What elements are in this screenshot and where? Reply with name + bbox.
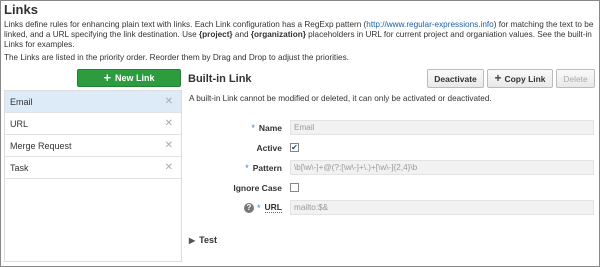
- triangle-right-icon: ▶: [189, 235, 196, 245]
- page-description: Links define rules for enhancing plain t…: [4, 20, 596, 50]
- url-field[interactable]: mailto:$&: [290, 200, 594, 215]
- test-label: Test: [199, 235, 217, 245]
- ignore-case-label: Ignore Case: [233, 182, 282, 193]
- test-section-toggle[interactable]: ▶ Test: [189, 235, 217, 245]
- name-row: * Name Email: [188, 120, 596, 135]
- list-item-label: Merge Request: [10, 140, 72, 151]
- organization-placeholder: {organization}: [250, 30, 306, 39]
- active-checkbox[interactable]: ✔: [290, 143, 299, 152]
- list-item-email[interactable]: Email ✕: [5, 91, 181, 113]
- deactivate-button[interactable]: Deactivate: [427, 69, 484, 88]
- close-icon[interactable]: ✕: [165, 162, 173, 173]
- copy-link-label: Copy Link: [504, 73, 546, 84]
- detail-title: Built-in Link: [188, 73, 252, 85]
- required-marker: *: [251, 122, 255, 133]
- url-label: URL: [264, 202, 282, 213]
- pattern-row: * Pattern \b[\w\-]+@(?:[\w\-]+\.)+[\w\-]…: [188, 160, 596, 175]
- name-field[interactable]: Email: [290, 120, 594, 135]
- list-item-task[interactable]: Task ✕: [5, 157, 181, 179]
- ignore-case-row: Ignore Case: [188, 180, 596, 195]
- list-item-label: Email: [10, 96, 33, 107]
- close-icon[interactable]: ✕: [165, 118, 173, 129]
- checkmark-icon: ✔: [291, 142, 298, 152]
- delete-button[interactable]: Delete: [556, 69, 595, 88]
- links-list: Email ✕ URL ✕ Merge Request ✕ Task ✕: [4, 90, 182, 262]
- list-item-label: Task: [10, 162, 29, 173]
- required-marker: *: [245, 162, 249, 173]
- name-label: Name: [258, 122, 282, 133]
- close-icon[interactable]: ✕: [165, 140, 173, 151]
- active-row: Active ✔: [188, 140, 596, 155]
- ignore-case-checkbox[interactable]: [290, 183, 299, 192]
- description-text-3: and: [232, 30, 251, 39]
- list-item-url[interactable]: URL ✕: [5, 113, 181, 135]
- page-title: Links: [4, 2, 38, 17]
- list-item-merge-request[interactable]: Merge Request ✕: [5, 135, 181, 157]
- active-label: Active: [256, 142, 282, 153]
- required-marker: *: [257, 202, 261, 213]
- list-item-label: URL: [10, 118, 29, 129]
- url-row: ? * URL mailto:$&: [188, 200, 596, 215]
- description-text-1: Links define rules for enhancing plain t…: [4, 20, 367, 29]
- copy-link-button[interactable]: + Copy Link: [487, 69, 553, 88]
- plus-icon: +: [494, 71, 502, 85]
- new-link-label: New Link: [115, 73, 155, 83]
- priority-order-note: The Links are listed in the priority ord…: [4, 53, 349, 62]
- builtin-note: A built-in Link cannot be modified or de…: [189, 94, 492, 103]
- close-icon[interactable]: ✕: [165, 96, 173, 107]
- pattern-label: Pattern: [252, 162, 282, 173]
- pattern-field[interactable]: \b[\w\-]+@(?:[\w\-]+\.)+[\w\-]{2,4}\b: [290, 160, 594, 175]
- help-icon[interactable]: ?: [244, 202, 254, 213]
- new-link-button[interactable]: + New Link: [77, 69, 181, 87]
- plus-icon: +: [103, 70, 112, 85]
- project-placeholder: {project}: [198, 30, 233, 39]
- regex-info-link[interactable]: http://www.regular-expressions.info: [366, 20, 493, 29]
